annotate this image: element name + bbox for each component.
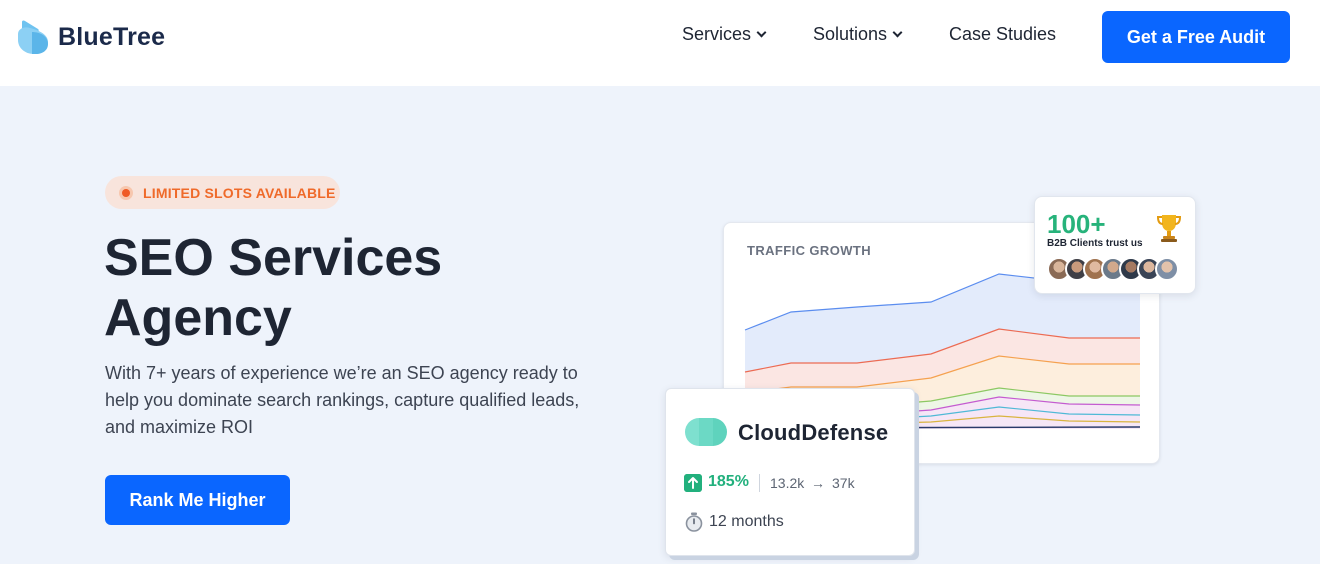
rank-me-higher-button[interactable]: Rank Me Higher [105,475,290,525]
get-free-audit-button[interactable]: Get a Free Audit [1102,11,1290,63]
site-header: BlueTree Services Solutions Case Studies… [0,0,1320,86]
bluetree-logo-icon [18,20,48,54]
arrow-right-icon: → [811,475,825,491]
chevron-down-icon [756,27,767,37]
hero-title: SEO Services Agency [104,228,624,348]
chevron-down-icon [892,27,903,37]
nav-item-label: Solutions [813,24,888,44]
stopwatch-icon [685,512,703,532]
clients-trust-card: 100+ B2B Clients trust us [1034,196,1196,294]
limited-slots-badge: LIMITED SLOTS AVAILABLE [105,176,340,209]
hero-title-line-2: Agency [104,289,292,347]
brand-logo[interactable]: BlueTree [18,20,165,54]
clients-label: B2B Clients trust us [1047,238,1143,249]
trophy-icon [1156,215,1182,242]
traffic-to: 37k [832,475,855,491]
growth-percentage: 185% [708,473,749,490]
brand-name: BlueTree [58,22,166,51]
clouddefense-logo-icon [685,418,727,446]
nav-item-services[interactable]: Services [682,24,767,45]
case-company-name: CloudDefense [738,420,889,445]
nav-item-label: Case Studies [949,24,1057,44]
badge-label: LIMITED SLOTS AVAILABLE [143,184,336,201]
hero-subtitle: With 7+ years of experience we’re an SEO… [105,363,580,437]
case-duration: 12 months [709,513,784,530]
nav-item-label: Services [682,24,752,44]
avatar [1155,257,1179,281]
client-avatars [1047,257,1179,281]
stat-divider [759,474,760,492]
hero-title-line-1: SEO Services [104,229,443,287]
clients-count: 100+ [1047,209,1106,239]
live-dot-icon [119,185,133,200]
arrow-up-icon [684,474,702,492]
nav-item-solutions[interactable]: Solutions [813,24,903,45]
traffic-from: 13.2k [770,475,805,491]
case-study-card: CloudDefense 185% 13.2k → 37k 12 months [665,388,915,556]
nav-item-case-studies[interactable]: Case Studies [949,24,1056,45]
